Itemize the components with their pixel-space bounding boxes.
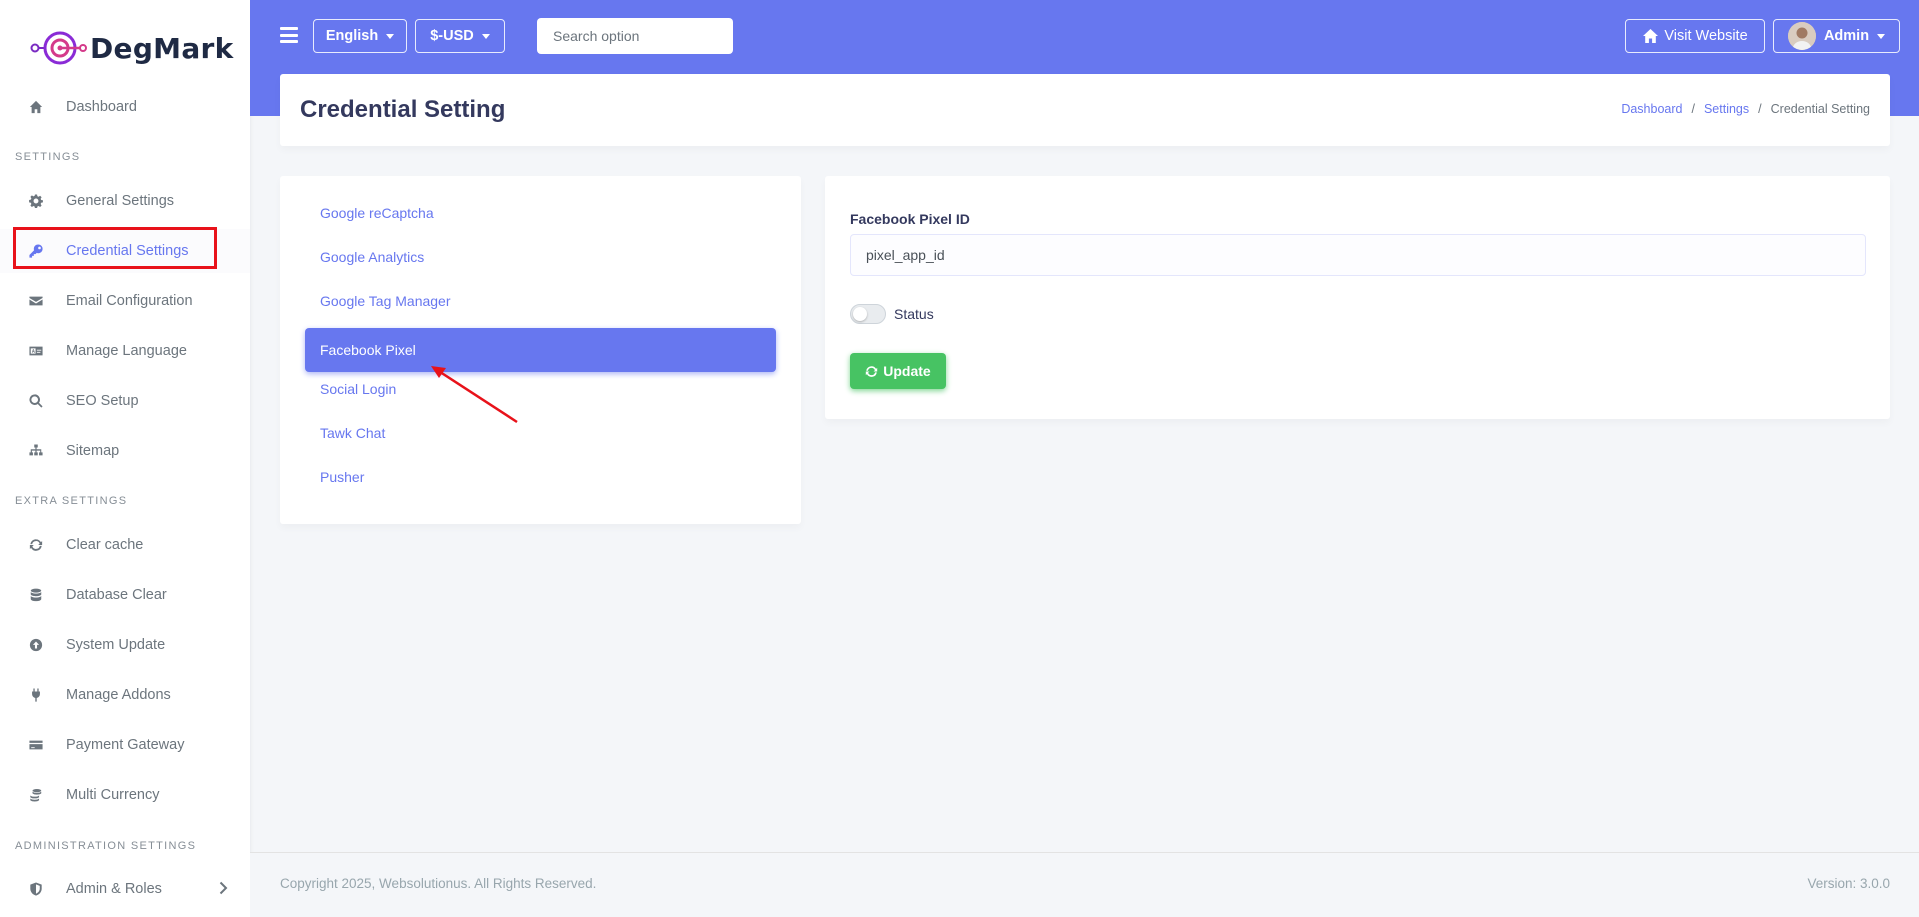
language-icon xyxy=(28,343,44,359)
sidebar-item-label: Payment Gateway xyxy=(66,737,185,753)
sidebar-item-email-configuration[interactable]: Email Configuration xyxy=(0,279,250,323)
page-header: Credential Setting Dashboard / Settings … xyxy=(280,74,1890,146)
footer: Copyright 2025, Websolutionus. All Right… xyxy=(250,852,1919,917)
chevron-right-icon xyxy=(219,881,228,895)
update-button[interactable]: Update xyxy=(850,353,946,389)
sidebar-section-settings: SETTINGS xyxy=(15,151,81,163)
tab-social-login[interactable]: Social Login xyxy=(305,367,776,411)
key-icon xyxy=(28,243,44,259)
gear-icon xyxy=(28,193,44,209)
breadcrumb-settings[interactable]: Settings xyxy=(1704,102,1749,116)
sidebar: DegMark Dashboard SETTINGS General Setti… xyxy=(0,0,250,917)
sidebar-item-label: Dashboard xyxy=(66,99,137,115)
sidebar-item-clear-cache[interactable]: Clear cache xyxy=(0,523,250,567)
sidebar-item-label: Manage Addons xyxy=(66,687,171,703)
tab-google-analytics[interactable]: Google Analytics xyxy=(305,235,776,279)
sync-icon xyxy=(28,537,44,553)
sidebar-item-manage-language[interactable]: Manage Language xyxy=(0,329,250,373)
sidebar-item-payment-gateway[interactable]: Payment Gateway xyxy=(0,723,250,767)
facebook-pixel-form: Facebook Pixel ID Status Update xyxy=(825,176,1890,419)
avatar xyxy=(1787,22,1816,50)
envelope-icon xyxy=(28,293,44,309)
pixel-id-field[interactable] xyxy=(850,234,1866,276)
caret-down-icon xyxy=(1877,33,1886,39)
upload-circle-icon xyxy=(28,637,44,653)
credit-card-icon xyxy=(28,737,44,753)
version-text: Version: 3.0.0 xyxy=(1807,876,1890,891)
breadcrumb-separator: / xyxy=(1758,102,1762,116)
menu-toggle-icon[interactable] xyxy=(280,27,298,43)
coins-icon xyxy=(28,787,44,803)
brand-name: DegMark xyxy=(90,31,234,65)
sidebar-item-label: Manage Language xyxy=(66,343,187,359)
status-toggle[interactable] xyxy=(850,304,886,324)
breadcrumb: Dashboard / Settings / Credential Settin… xyxy=(1621,102,1870,116)
sidebar-item-label: System Update xyxy=(66,637,166,653)
sidebar-item-label: SEO Setup xyxy=(66,393,139,409)
sidebar-item-label: Clear cache xyxy=(66,537,144,553)
language-dropdown[interactable]: English xyxy=(313,19,407,53)
visit-website-button[interactable]: Visit Website xyxy=(1625,19,1765,53)
sidebar-item-database-clear[interactable]: Database Clear xyxy=(0,573,250,617)
user-dropdown[interactable]: Admin xyxy=(1773,19,1900,53)
plug-icon xyxy=(28,687,44,703)
sidebar-item-seo-setup[interactable]: SEO Setup xyxy=(0,379,250,423)
brand[interactable]: DegMark xyxy=(0,0,250,96)
sidebar-item-label: Admin & Roles xyxy=(66,881,162,897)
sidebar-item-admin-roles[interactable]: Admin & Roles xyxy=(0,867,250,911)
sync-icon xyxy=(866,365,878,377)
sidebar-item-credential-settings[interactable]: Credential Settings xyxy=(0,229,250,273)
search-icon xyxy=(28,393,44,409)
tab-pusher[interactable]: Pusher xyxy=(305,455,776,499)
visit-website-label: Visit Website xyxy=(1664,28,1748,44)
status-label: Status xyxy=(894,306,934,322)
sidebar-item-label: Database Clear xyxy=(66,587,167,603)
sidebar-item-general-settings[interactable]: General Settings xyxy=(0,179,250,223)
sitemap-icon xyxy=(28,443,44,459)
sidebar-item-multi-currency[interactable]: Multi Currency xyxy=(0,773,250,817)
breadcrumb-separator: / xyxy=(1691,102,1695,116)
home-icon xyxy=(1643,29,1659,43)
sidebar-item-manage-addons[interactable]: Manage Addons xyxy=(0,673,250,717)
caret-down-icon xyxy=(386,33,395,39)
update-button-label: Update xyxy=(883,363,931,379)
sidebar-item-label: Multi Currency xyxy=(66,787,160,803)
caret-down-icon xyxy=(481,33,490,39)
breadcrumb-current: Credential Setting xyxy=(1770,102,1870,116)
sidebar-item-label: Email Configuration xyxy=(66,293,193,309)
page-title: Credential Setting xyxy=(300,96,506,123)
brand-logo-icon xyxy=(30,31,87,65)
search-input[interactable] xyxy=(537,18,733,54)
sidebar-item-label: Sitemap xyxy=(66,443,120,459)
toggle-knob xyxy=(853,307,867,321)
sidebar-section-extra-settings: EXTRA SETTINGS xyxy=(15,495,128,507)
pixel-id-label: Facebook Pixel ID xyxy=(850,211,970,227)
tab-tawk-chat[interactable]: Tawk Chat xyxy=(305,411,776,455)
breadcrumb-dashboard[interactable]: Dashboard xyxy=(1621,102,1682,116)
currency-dropdown[interactable]: $-USD xyxy=(415,19,505,53)
credential-menu-card: Google reCaptcha Google Analytics Google… xyxy=(280,176,801,524)
sidebar-item-system-update[interactable]: System Update xyxy=(0,623,250,667)
shield-icon xyxy=(28,881,44,897)
language-dropdown-label: English xyxy=(325,28,379,44)
sidebar-item-sitemap[interactable]: Sitemap xyxy=(0,429,250,473)
currency-dropdown-label: $-USD xyxy=(430,28,474,44)
tab-google-recaptcha[interactable]: Google reCaptcha xyxy=(305,191,776,235)
sidebar-item-dashboard[interactable]: Dashboard xyxy=(0,85,250,129)
database-icon xyxy=(28,587,44,603)
sidebar-section-administration-settings: ADMINISTRATION SETTINGS xyxy=(15,840,197,852)
user-name: Admin xyxy=(1823,28,1870,44)
tab-facebook-pixel[interactable]: Facebook Pixel xyxy=(305,328,776,372)
sidebar-item-label: General Settings xyxy=(66,193,175,209)
sidebar-item-label: Credential Settings xyxy=(66,243,189,259)
copyright-text: Copyright 2025, Websolutionus. All Right… xyxy=(280,876,597,891)
tab-google-tag-manager[interactable]: Google Tag Manager xyxy=(305,279,776,323)
home-icon xyxy=(28,99,44,115)
